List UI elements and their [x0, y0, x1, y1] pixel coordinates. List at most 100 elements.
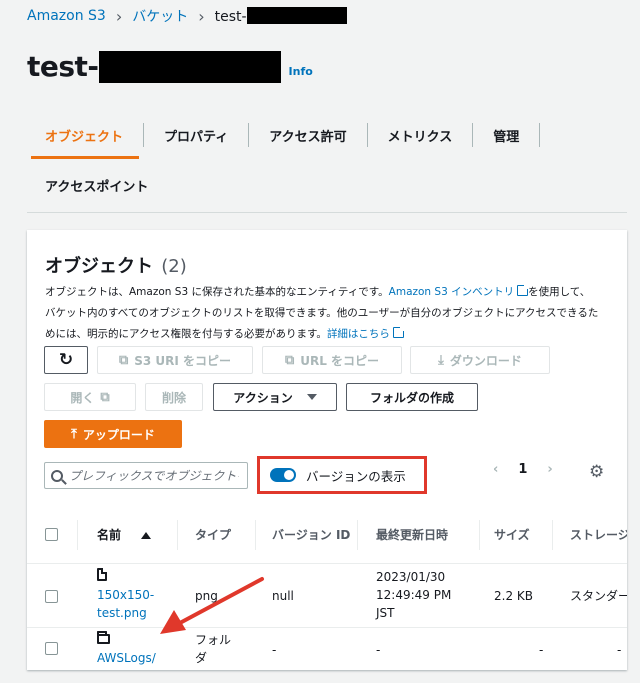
create-folder-button[interactable]: フォルダの作成	[346, 383, 478, 411]
tab-bar: オブジェクト プロパティ アクセス許可 メトリクス 管理 アクセスポイント	[27, 112, 627, 212]
chevron-right-icon: ›	[198, 6, 205, 26]
row-checkbox[interactable]	[45, 590, 58, 603]
column-divider	[479, 520, 480, 550]
breadcrumb: Amazon S3 › バケット › test-	[27, 6, 347, 26]
upload-label: アップロード	[82, 427, 155, 442]
tab-access-points[interactable]: アクセスポイント	[27, 173, 168, 197]
select-all-checkbox[interactable]	[45, 528, 58, 541]
info-link[interactable]: Info	[289, 65, 313, 78]
chevron-right-icon[interactable]: ›	[547, 462, 552, 477]
folder-storage-class: -	[617, 643, 622, 657]
row-checkbox[interactable]	[45, 642, 58, 655]
folder-type: フォル ダ	[195, 631, 231, 667]
tab-properties[interactable]: プロパティ	[144, 123, 250, 147]
column-type-label: タイプ	[195, 528, 232, 542]
folder-name-link[interactable]: AWSLogs/	[97, 651, 156, 665]
refresh-icon: ↻	[58, 350, 74, 370]
column-size[interactable]: サイズ	[494, 506, 530, 564]
column-storage-class-label: ストレージクラス	[570, 528, 627, 542]
section-description: オブジェクトは、Amazon S3 に保存された基本的なエンティティです。Ama…	[45, 282, 600, 345]
sort-ascending-icon	[141, 531, 152, 539]
redaction-bar	[98, 50, 281, 83]
actions-dropdown[interactable]: アクション	[213, 383, 337, 411]
external-link-icon	[517, 284, 530, 296]
page-header: test- Info	[27, 50, 313, 83]
tab-management[interactable]: 管理	[473, 123, 541, 147]
breadcrumb-current: test-	[215, 7, 347, 25]
column-divider	[357, 520, 358, 550]
column-storage-class[interactable]: ストレージクラス	[570, 506, 627, 564]
object-version-id: null	[272, 589, 294, 603]
page-number[interactable]: 1	[518, 462, 527, 477]
folder-version-id: -	[272, 643, 277, 657]
folder-icon	[97, 631, 110, 644]
copy-s3-uri-button[interactable]: ⧉ S3 URI をコピー	[97, 346, 253, 374]
table-row: 150x150- test.png png null 2023/01/30 12:…	[27, 564, 627, 628]
caret-down-icon	[306, 394, 317, 400]
delete-button[interactable]: 削除	[145, 383, 203, 411]
folder-type-line2: ダ	[195, 651, 208, 665]
external-link-icon: ⧉	[100, 389, 110, 405]
download-button[interactable]: ⤓ ダウンロード	[410, 346, 550, 374]
delete-label: 削除	[161, 390, 186, 405]
redaction-bar	[246, 7, 347, 24]
modified-tz: JST	[376, 606, 395, 620]
column-name[interactable]: 名前	[97, 506, 152, 564]
object-name-cell: 150x150- test.png	[97, 568, 154, 622]
breadcrumb-current-label: test-	[214, 9, 247, 25]
column-last-modified[interactable]: 最終更新日時	[376, 506, 448, 564]
gear-icon[interactable]: ⚙	[589, 462, 604, 482]
objects-panel: オブジェクト (2) オブジェクトは、Amazon S3 に保存された基本的なエ…	[27, 230, 627, 670]
tab-metrics[interactable]: メトリクス	[368, 123, 474, 147]
tab-objects[interactable]: オブジェクト	[27, 123, 145, 159]
column-name-label: 名前	[97, 528, 122, 542]
object-size: 2.2 KB	[494, 589, 533, 603]
copy-url-button[interactable]: ⧉ URL をコピー	[262, 346, 402, 374]
inventory-link-label[interactable]: Amazon S3 インベントリ	[389, 286, 514, 298]
column-divider	[552, 520, 553, 550]
copy-icon: ⧉	[118, 352, 129, 368]
column-divider	[255, 520, 256, 550]
file-icon	[97, 568, 107, 581]
create-folder-label: フォルダの作成	[369, 390, 454, 405]
details-link-label[interactable]: 詳細はこちら	[327, 328, 390, 340]
column-size-label: サイズ	[494, 528, 530, 542]
refresh-button[interactable]: ↻	[44, 346, 88, 374]
table-header: 名前 タイプ バージョン ID 最終更新日時 サイズ ストレージクラス	[27, 506, 627, 564]
versions-toggle[interactable]	[270, 468, 296, 482]
tab-permissions[interactable]: アクセス許可	[249, 123, 368, 147]
chevron-right-icon: ›	[115, 6, 123, 26]
copy-url-label: URL をコピー	[300, 353, 380, 368]
search-input[interactable]	[69, 468, 239, 483]
search-icon	[51, 469, 63, 482]
object-name-line1[interactable]: 150x150-	[97, 588, 154, 602]
copy-icon: ⧉	[284, 352, 295, 368]
column-type[interactable]: タイプ	[195, 506, 231, 564]
breadcrumb-s3-link[interactable]: Amazon S3	[27, 8, 106, 24]
download-label: ダウンロード	[449, 353, 522, 368]
folder-size: -	[539, 643, 544, 657]
upload-icon: ⤒	[71, 426, 77, 442]
breadcrumb-buckets-link[interactable]: バケット	[132, 6, 188, 26]
object-name-line2[interactable]: test.png	[97, 606, 147, 620]
prefix-search[interactable]	[44, 462, 248, 489]
object-last-modified: 2023/01/30 12:49:49 PM JST	[376, 568, 451, 622]
object-type: png	[195, 589, 218, 603]
section-title-label: オブジェクト	[45, 256, 153, 277]
object-name-link[interactable]: 150x150- test.png	[97, 588, 154, 620]
details-link[interactable]: 詳細はこちら	[327, 326, 405, 340]
folder-last-modified: -	[376, 643, 381, 657]
desc-text-1: オブジェクトは、Amazon S3 に保存された基本的なエンティティです。	[45, 286, 389, 298]
show-versions-toggle-group[interactable]: バージョンの表示	[257, 456, 427, 494]
upload-button[interactable]: ⤒ アップロード	[44, 420, 182, 448]
column-version-id[interactable]: バージョン ID	[272, 506, 352, 564]
section-title: オブジェクト (2)	[45, 252, 187, 278]
column-last-modified-label: 最終更新日時	[376, 528, 449, 542]
table-row: AWSLogs/ フォル ダ - - - -	[27, 628, 627, 670]
chevron-left-icon[interactable]: ‹	[493, 462, 498, 477]
external-link-icon	[392, 326, 405, 338]
inventory-link[interactable]: Amazon S3 インベントリ	[389, 284, 530, 298]
open-button[interactable]: 開く ⧉	[44, 383, 136, 411]
actions-label: アクション	[233, 390, 293, 405]
column-divider	[177, 520, 178, 550]
